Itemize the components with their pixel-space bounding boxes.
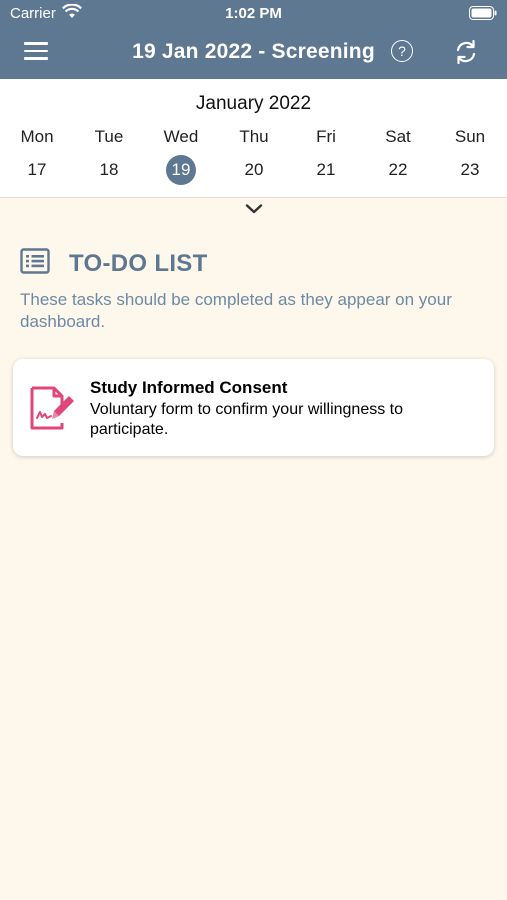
expand-calendar-button[interactable] (245, 202, 263, 220)
help-button[interactable]: ? (391, 40, 413, 62)
day-of-week: Tue (94, 127, 124, 146)
day-of-week: Mon (20, 127, 54, 146)
day-of-week: Sun (454, 127, 486, 146)
calendar-days: Mon 17 Tue 18 Wed 19 Thu 20 Fri 21 Sat 2… (0, 125, 507, 185)
day-number: 18 (99, 160, 119, 179)
chevron-down-icon (245, 204, 263, 214)
week-calendar: January 2022 Mon 17 Tue 18 Wed 19 Thu 20… (0, 79, 507, 214)
calendar-day-fri[interactable]: Fri 21 (290, 125, 362, 185)
day-number: 23 (460, 160, 480, 179)
calendar-day-tue[interactable]: Tue 18 (73, 125, 145, 185)
signature-document-icon (28, 385, 76, 436)
day-number: 17 (27, 160, 47, 179)
task-title: Study Informed Consent (90, 378, 288, 397)
calendar-day-thu[interactable]: Thu 20 (218, 125, 290, 185)
battery-icon (469, 6, 497, 25)
day-number: 21 (316, 160, 336, 179)
day-number: 22 (388, 160, 408, 179)
sync-icon (456, 39, 476, 65)
top-bar: Carrier 1:02 PM 19 Jan 2022 - Screening … (0, 0, 507, 79)
todo-list-heading: TO-DO LIST (69, 250, 208, 277)
day-of-week: Thu (239, 127, 269, 146)
selected-day-number: 19 (166, 155, 196, 185)
task-description: Voluntary form to confirm your willingne… (90, 401, 404, 438)
day-of-week: Sat (385, 127, 411, 146)
status-time: 1:02 PM (225, 5, 282, 22)
calendar-day-sat[interactable]: Sat 22 (362, 125, 434, 185)
task-card-informed-consent[interactable]: Study Informed Consent Voluntary form to… (13, 359, 494, 456)
day-of-week: Fri (316, 127, 336, 146)
calendar-day-sun[interactable]: Sun 23 (434, 125, 506, 185)
calendar-month: January 2022 (195, 93, 312, 114)
day-number: 20 (244, 160, 264, 179)
list-icon (20, 248, 50, 279)
calendar-day-wed[interactable]: Wed 19 (145, 125, 217, 185)
page-title: 19 Jan 2022 - Screening (132, 40, 375, 63)
todo-list-description: These tasks should be completed as they … (20, 290, 452, 331)
sync-button[interactable] (453, 38, 479, 71)
day-of-week: Wed (163, 127, 199, 146)
calendar-day-mon[interactable]: Mon 17 (1, 125, 73, 185)
